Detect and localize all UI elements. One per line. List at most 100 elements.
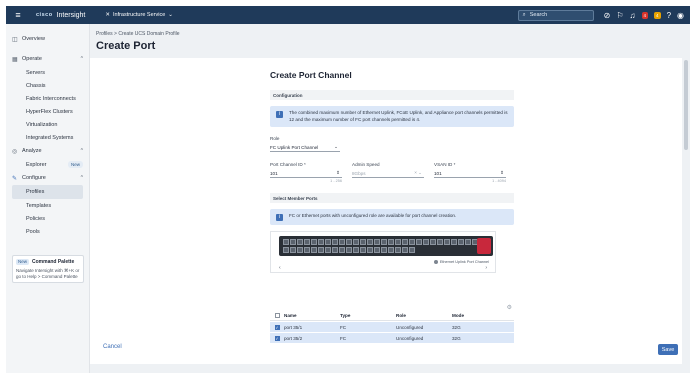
sidebar-item-operate[interactable]: ▦ Operate ^ — [6, 52, 89, 66]
switch-port[interactable] — [402, 246, 408, 253]
switch-port[interactable] — [409, 239, 415, 246]
switch-port[interactable] — [346, 239, 352, 246]
switch-port[interactable] — [353, 246, 359, 253]
switch-faceplate[interactable] — [279, 236, 493, 257]
switch-port[interactable] — [283, 239, 289, 246]
switch-port[interactable] — [381, 246, 387, 253]
switch-port[interactable] — [416, 239, 422, 246]
sidebar-item-overview[interactable]: ◫ Overview — [6, 32, 89, 46]
switch-port[interactable] — [339, 239, 345, 246]
admin-speed-select[interactable]: 8Gbps × ⌄ — [352, 169, 424, 179]
switch-port[interactable] — [325, 239, 331, 246]
hamburger-menu-icon[interactable]: ≡ — [12, 9, 24, 21]
vsan-id-input[interactable]: 101 ⇕ — [434, 169, 506, 179]
column-header-role[interactable]: Role — [396, 313, 452, 318]
switch-port[interactable] — [353, 239, 359, 246]
global-search[interactable]: ⌕ Search — [517, 9, 594, 21]
switch-port[interactable] — [325, 246, 331, 253]
switch-port-diagram[interactable]: Ethernet Uplink Port Channel ‹ › — [270, 231, 496, 274]
sidebar-item-profiles[interactable]: Profiles — [12, 185, 83, 199]
help-icon[interactable]: ? — [667, 11, 671, 20]
switch-port[interactable] — [423, 239, 429, 246]
switch-port[interactable] — [388, 246, 394, 253]
switch-port[interactable] — [367, 239, 373, 246]
switch-port[interactable] — [451, 239, 457, 246]
switch-port[interactable] — [290, 246, 296, 253]
service-selector[interactable]: ✕ Infrastructure Service ⌄ — [105, 12, 173, 18]
switch-port[interactable] — [395, 239, 401, 246]
sidebar-item-fabric-interconnects[interactable]: Fabric Interconnects — [6, 92, 89, 105]
switch-port[interactable] — [402, 239, 408, 246]
column-header-type[interactable]: Type — [340, 313, 396, 318]
switch-port[interactable] — [304, 239, 310, 246]
switch-port[interactable] — [311, 246, 317, 253]
selected-port-group[interactable] — [477, 238, 491, 255]
vsan-id-value: 101 — [434, 170, 442, 176]
diagram-scroll[interactable]: ‹ › — [279, 265, 487, 271]
switch-port[interactable] — [437, 239, 443, 246]
port-channel-id-input[interactable]: 101 ⇕ — [270, 169, 342, 179]
switch-port[interactable] — [283, 246, 289, 253]
switch-port[interactable] — [465, 239, 471, 246]
switch-port[interactable] — [346, 246, 352, 253]
switch-port[interactable] — [409, 246, 415, 253]
switch-port[interactable] — [360, 246, 366, 253]
sidebar-item-pools[interactable]: Pools — [6, 225, 89, 238]
sidebar-item-virtualization[interactable]: Virtualization — [6, 118, 89, 131]
notification-bell-icon[interactable]: ♫ — [630, 11, 636, 20]
switch-port[interactable] — [360, 239, 366, 246]
save-button[interactable]: Save — [658, 344, 678, 355]
cancel-button[interactable]: Cancel — [103, 344, 122, 350]
row-checkbox[interactable]: ✓ — [274, 324, 280, 330]
switch-port[interactable] — [444, 239, 450, 246]
gear-icon[interactable]: ⚙ — [507, 304, 512, 311]
switch-port[interactable] — [318, 239, 324, 246]
column-header-mode[interactable]: Mode — [452, 313, 502, 318]
sidebar-item-explorer[interactable]: Explorer New — [6, 158, 89, 171]
switch-port[interactable] — [388, 239, 394, 246]
switch-port[interactable] — [374, 246, 380, 253]
warning-alarm-badge[interactable]: 4 — [654, 11, 661, 19]
select-all-checkbox[interactable] — [274, 313, 280, 318]
scroll-left-icon[interactable]: ‹ — [279, 265, 281, 271]
stepper-icon[interactable]: ⇕ — [500, 170, 504, 176]
switch-port[interactable] — [332, 246, 338, 253]
sidebar-item-analyze[interactable]: ◎ Analyze ^ — [6, 144, 89, 158]
critical-alarm-badge[interactable]: 4 — [641, 11, 649, 19]
row-checkbox[interactable]: ✓ — [274, 335, 280, 341]
switch-port[interactable] — [395, 246, 401, 253]
switch-port[interactable] — [367, 246, 373, 253]
sidebar-item-policies[interactable]: Policies — [6, 212, 89, 225]
sidebar-item-configure[interactable]: ✎ Configure ^ — [6, 171, 89, 185]
scroll-right-icon[interactable]: › — [485, 265, 487, 271]
status-check-icon[interactable]: ⊘ — [604, 11, 611, 20]
command-palette-promo[interactable]: New Command Palette Navigate Intersight … — [12, 255, 84, 283]
switch-port[interactable] — [458, 239, 464, 246]
table-row[interactable]: ✓ port 35/2 FC Unconfigured 32G — [270, 333, 514, 343]
sidebar-item-hyperflex-clusters[interactable]: HyperFlex Clusters — [6, 105, 89, 118]
switch-port[interactable] — [297, 239, 303, 246]
switch-port[interactable] — [332, 239, 338, 246]
switch-port[interactable] — [339, 246, 345, 253]
switch-port[interactable] — [318, 246, 324, 253]
switch-port[interactable] — [374, 239, 380, 246]
switch-port[interactable] — [430, 239, 436, 246]
scrollbar[interactable] — [684, 60, 688, 150]
table-row[interactable]: ✓ port 35/1 FC Unconfigured 32G — [270, 322, 514, 332]
switch-port[interactable] — [381, 239, 387, 246]
switch-port[interactable] — [290, 239, 296, 246]
role-select[interactable]: FC Uplink Port Channel ⌄ — [270, 143, 340, 153]
user-icon[interactable]: ◉ — [677, 11, 684, 20]
announcement-icon[interactable]: ⚐ — [616, 11, 623, 20]
sidebar-item-templates[interactable]: Templates — [6, 199, 89, 212]
column-header-name[interactable]: Name — [284, 313, 340, 318]
stepper-icon[interactable]: ⇕ — [336, 170, 340, 176]
sidebar-item-integrated-systems[interactable]: Integrated Systems — [6, 131, 89, 144]
admin-speed-clear-icon[interactable]: × ⌄ — [414, 170, 422, 176]
switch-port[interactable] — [311, 239, 317, 246]
switch-port[interactable] — [297, 246, 303, 253]
breadcrumb[interactable]: Profiles > Create UCS Domain Profile — [96, 31, 180, 37]
switch-port[interactable] — [304, 246, 310, 253]
sidebar-item-servers[interactable]: Servers — [6, 66, 89, 79]
sidebar-item-chassis[interactable]: Chassis — [6, 79, 89, 92]
